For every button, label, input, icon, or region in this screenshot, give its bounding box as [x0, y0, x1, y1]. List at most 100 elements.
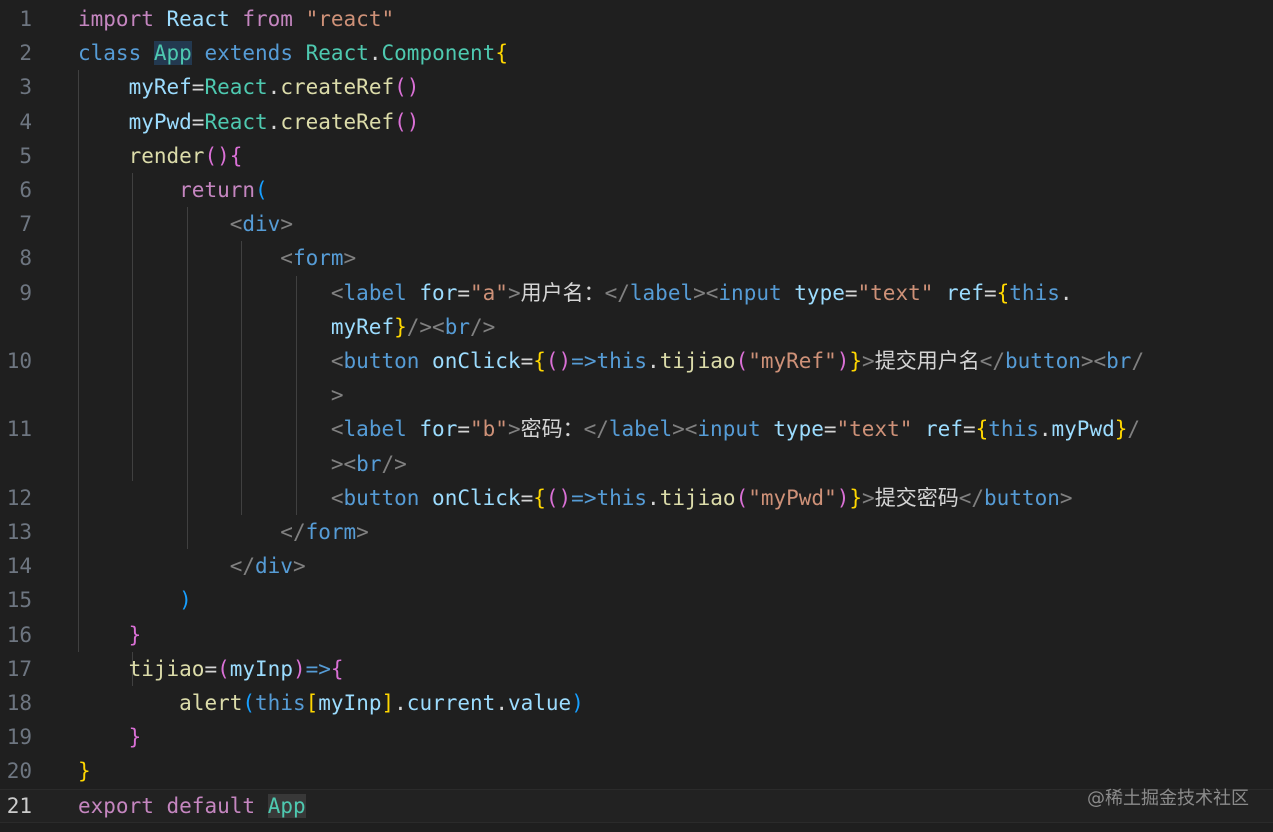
code-token: br — [444, 314, 470, 339]
code-line[interactable]: 3 myRef=React.createRef() — [0, 70, 1273, 104]
code-token: > — [343, 246, 357, 271]
code-text: class App extends React.Component{ — [78, 36, 508, 70]
line-number: 13 — [6, 520, 32, 544]
code-token: (){ — [204, 143, 243, 168]
line-number: 7 — [19, 212, 32, 237]
code-line[interactable]: 4 myPwd=React.createRef() — [0, 105, 1273, 139]
line-number: 20 — [6, 759, 32, 784]
code-token: React — [204, 109, 268, 134]
code-token: = — [823, 417, 837, 442]
code-token: </ — [280, 520, 306, 544]
code-token: myInp — [318, 691, 382, 715]
code-token: { — [495, 41, 508, 66]
code-token: label — [608, 417, 673, 442]
code-line[interactable]: 19 } — [0, 720, 1273, 754]
code-text: render(){ — [78, 139, 243, 173]
code-token: label — [343, 280, 407, 305]
code-line[interactable]: 12 <button onClick={()=>this.tijiao("myP… — [0, 481, 1273, 515]
code-token: Component — [381, 41, 496, 66]
code-text: return( — [78, 173, 268, 207]
code-token: this — [596, 349, 648, 373]
line-number: 10 — [6, 349, 32, 373]
code-token: myPwd — [1051, 417, 1115, 442]
code-token: myRef — [128, 75, 192, 100]
code-text: <label for="a">用户名：</label><input type="… — [78, 276, 1073, 310]
code-token: label — [629, 280, 694, 305]
code-line[interactable]: > — [0, 378, 1273, 412]
code-token: /> — [469, 314, 496, 339]
code-line[interactable]: 7 <div> — [0, 207, 1273, 241]
code-line[interactable]: 20} — [0, 754, 1273, 788]
code-line[interactable]: 5 render(){ — [0, 139, 1273, 173]
code-line[interactable]: 11 <label for="b">密码：</label><input type… — [0, 412, 1273, 446]
code-token: class — [78, 41, 142, 66]
code-token: return — [179, 178, 256, 202]
code-line[interactable]: 14 </div> — [0, 549, 1273, 583]
code-token: { — [330, 656, 344, 681]
code-text: ><br/> — [78, 447, 407, 481]
code-line[interactable]: 18 alert(this[myInp].current.value) — [0, 686, 1273, 720]
code-token: ( — [242, 691, 256, 715]
code-token: "myPwd" — [748, 485, 837, 510]
code-token: { — [996, 280, 1010, 305]
code-line[interactable]: 8 <form> — [0, 241, 1273, 275]
code-token: myRef — [330, 314, 395, 339]
code-token: > — [356, 520, 369, 544]
code-text: </div> — [78, 549, 306, 583]
code-token: ) — [836, 485, 850, 510]
code-token: </ — [583, 417, 609, 442]
line-number: 16 — [6, 622, 32, 647]
code-text: <div> — [78, 207, 293, 241]
code-token: default — [166, 793, 256, 818]
code-token: input — [697, 417, 761, 442]
code-line[interactable]: myRef}/><br/> — [0, 310, 1273, 344]
code-line[interactable]: 13 </form> — [0, 515, 1273, 549]
code-token: "a" — [470, 280, 508, 305]
code-text: tijiao=(myInp)=>{ — [78, 652, 344, 686]
code-token: . — [1038, 417, 1052, 442]
code-line[interactable]: 17 tijiao=(myInp)=>{ — [0, 652, 1273, 686]
code-token: . — [495, 691, 508, 715]
code-token: App — [153, 41, 192, 66]
code-text: <label for="b">密码：</label><input type="t… — [78, 412, 1140, 446]
code-editor[interactable]: 1 import React from "react" 2 class App ext… — [0, 0, 1273, 832]
code-line[interactable]: 16 } — [0, 618, 1273, 652]
code-line[interactable]: 10 <button onClick={()=>this.tijiao("myR… — [0, 344, 1273, 378]
code-token: } — [1114, 417, 1128, 442]
code-token: for — [419, 417, 458, 442]
code-line[interactable]: 15 ) — [0, 583, 1273, 617]
code-line[interactable]: 2 class App extends React.Component{ — [0, 36, 1273, 70]
code-token: myPwd — [128, 109, 192, 134]
code-token: => — [571, 349, 597, 373]
code-text: } — [78, 720, 142, 754]
code-token: = — [457, 417, 470, 442]
code-text: myPwd=React.createRef() — [78, 105, 420, 139]
code-line[interactable]: 9 <label for="a">用户名：</label><input type… — [0, 276, 1273, 310]
code-line[interactable]: ><br/> — [0, 447, 1273, 481]
code-token: > — [280, 212, 293, 237]
code-token: 提交密码 — [874, 485, 959, 510]
code-token: this — [596, 485, 648, 510]
code-line[interactable]: 6 return( — [0, 173, 1273, 207]
code-line[interactable]: 1 import React from "react" — [0, 2, 1273, 36]
line-number: 2 — [19, 41, 32, 66]
code-token: ] — [381, 691, 395, 715]
code-token: >< — [330, 451, 357, 476]
code-token: ) — [179, 588, 192, 613]
code-token: React — [305, 41, 369, 66]
code-token: >< — [1080, 349, 1107, 373]
code-line[interactable]: 21 export default App — [0, 788, 1273, 823]
